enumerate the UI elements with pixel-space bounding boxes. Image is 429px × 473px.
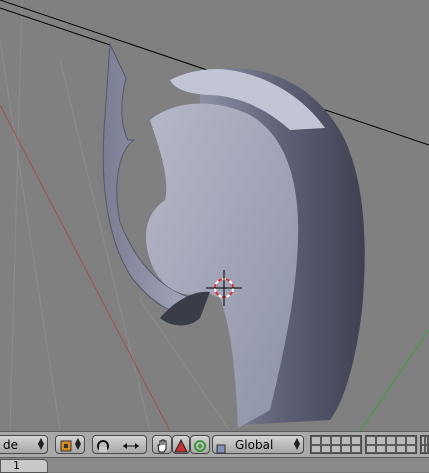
bottom-panel: 1: [0, 457, 429, 473]
updown-icon: ▲ ▼: [74, 436, 81, 451]
y-axis-line: [359, 329, 429, 431]
rotate-manipulator-button[interactable]: [172, 435, 190, 454]
circle-icon: [193, 438, 207, 452]
grid-line: [0, 39, 61, 431]
updown-icon: ▲ ▼: [37, 436, 44, 451]
square-icon: [216, 439, 226, 454]
orientation-select[interactable]: Global ▲ ▼: [212, 435, 304, 454]
mode-label: de: [3, 438, 18, 452]
arrows-icon: [121, 438, 141, 452]
updown-icon: ▲ ▼: [293, 436, 300, 451]
tab-1[interactable]: 1: [0, 459, 48, 473]
orientation-label: Global: [235, 438, 274, 452]
pivot-select[interactable]: ▲ ▼: [55, 435, 85, 454]
mode-select[interactable]: de ▲ ▼: [0, 435, 48, 454]
layer-buttons-group-1[interactable]: [310, 435, 362, 454]
snap-toggle[interactable]: [92, 435, 147, 454]
viewport-scene: [0, 0, 429, 431]
translate-manipulator-button[interactable]: [152, 435, 172, 454]
layer-buttons-group-2[interactable]: [365, 435, 417, 454]
magnet-icon: [96, 438, 110, 452]
viewport-header: de ▲ ▼ ▲ ▼ Global ▲ ▼: [0, 431, 429, 457]
triangle-icon: [174, 438, 188, 453]
layer-buttons-group-3[interactable]: [420, 435, 429, 454]
black-edge-line: [0, 7, 111, 46]
scale-manipulator-button[interactable]: [190, 435, 210, 454]
hand-icon: [155, 438, 169, 453]
object-face: [145, 103, 299, 428]
pivot-icon: [59, 438, 73, 452]
grid-line: [9, 0, 23, 431]
3d-viewport[interactable]: [0, 0, 429, 431]
